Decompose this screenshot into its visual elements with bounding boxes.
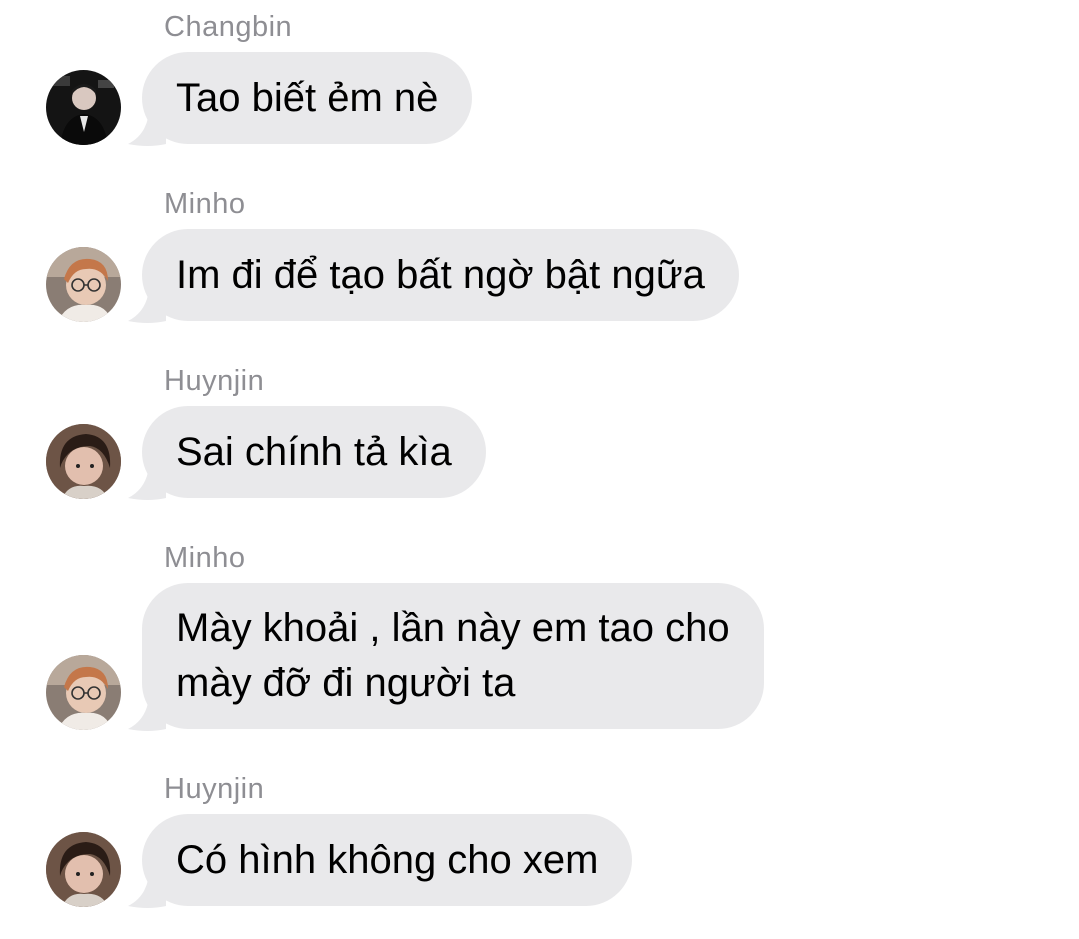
message-bubble[interactable]: Im đi để tạo bất ngờ bật ngữa	[142, 229, 739, 321]
sender-name: Huynjin	[164, 365, 265, 397]
message-bubble[interactable]: Tao biết ẻm nè	[142, 52, 473, 144]
sender-name: Minho	[164, 542, 246, 574]
avatar[interactable]	[46, 70, 121, 145]
avatar[interactable]	[46, 832, 121, 907]
sender-name: Changbin	[164, 11, 293, 43]
sender-name: Huynjin	[164, 773, 265, 805]
message-bubble[interactable]: Sai chính tả kìa	[142, 406, 486, 498]
sender-name: Minho	[164, 188, 246, 220]
message-bubble[interactable]: Có hình không cho xem	[142, 814, 633, 906]
avatar[interactable]	[46, 424, 121, 499]
avatar[interactable]	[46, 655, 121, 730]
avatar[interactable]	[46, 247, 121, 322]
message-bubble[interactable]: Mày khoải , lần này em tao cho mày đỡ đi…	[142, 583, 764, 729]
